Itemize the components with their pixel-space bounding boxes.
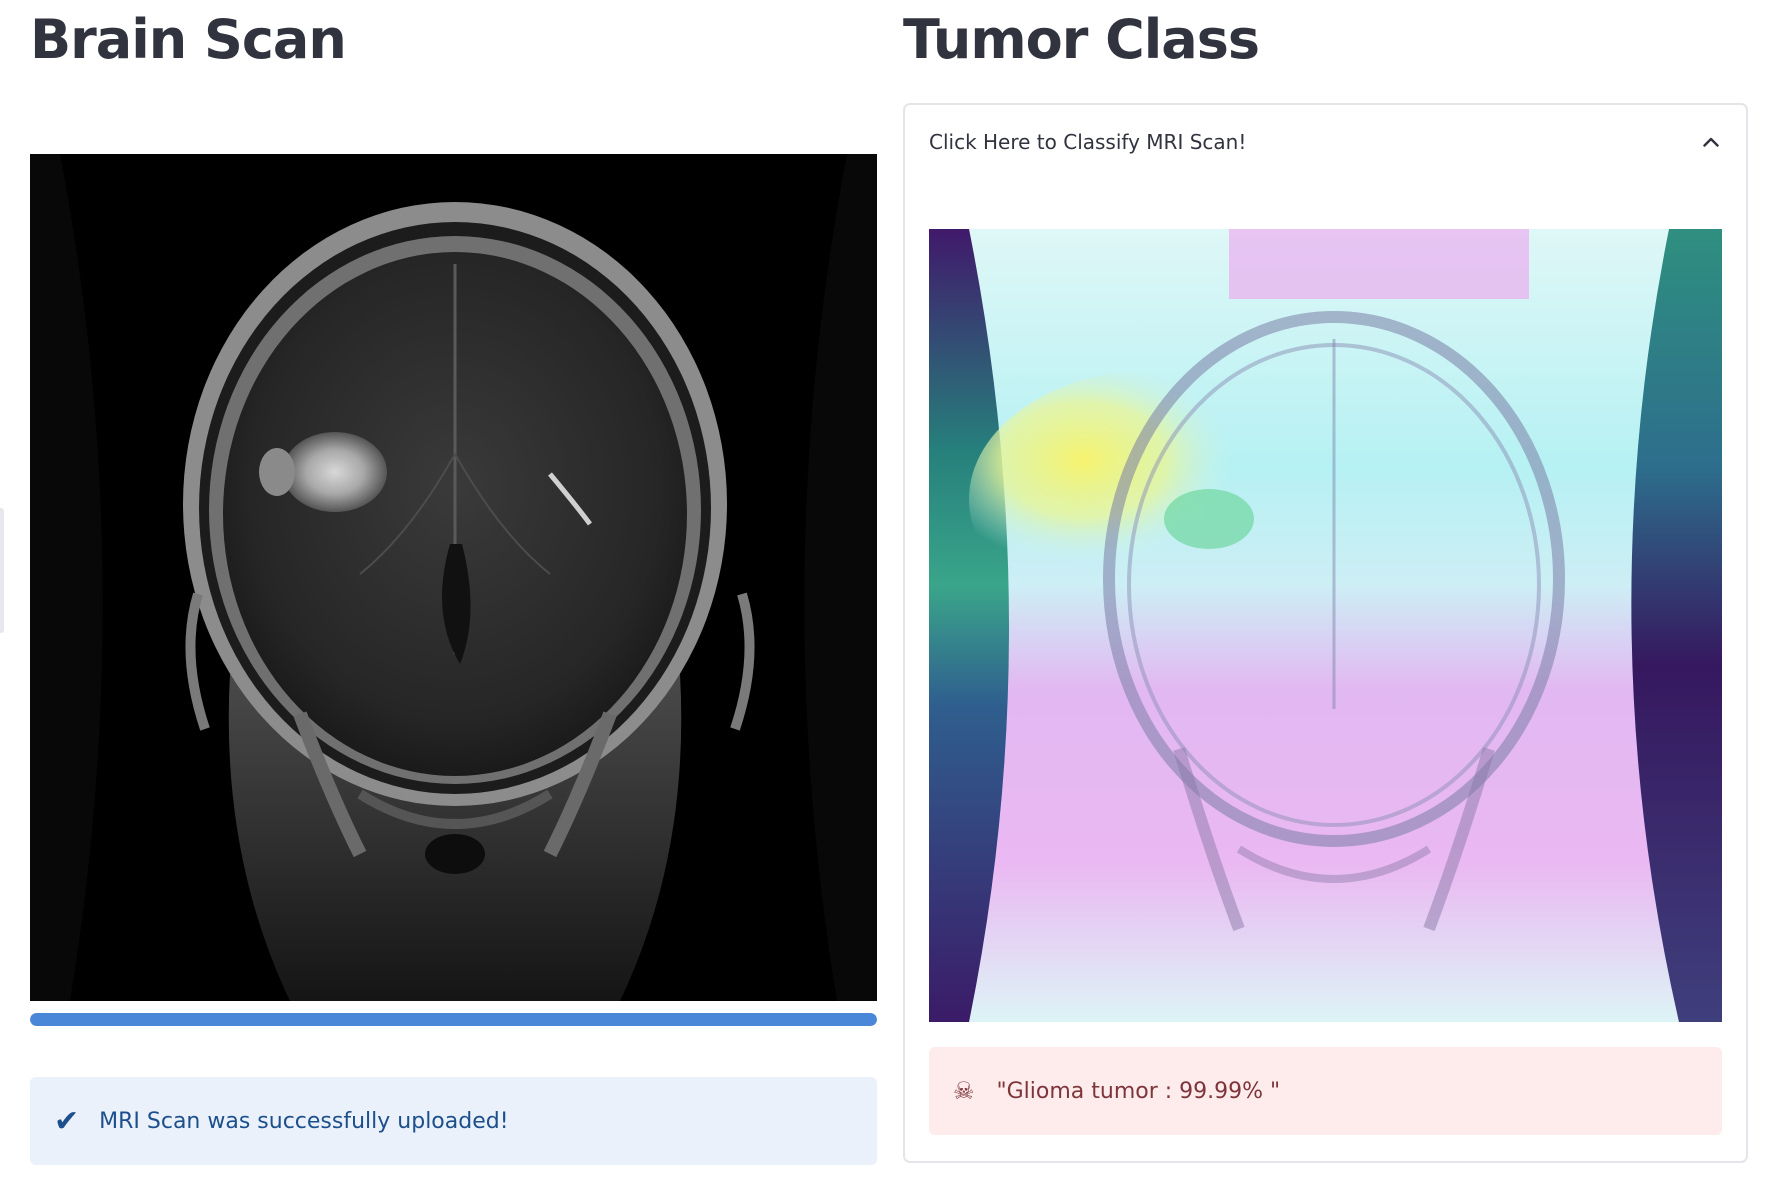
upload-success-alert: ✔ MRI Scan was successfully uploaded! — [30, 1077, 877, 1165]
mri-scan-image — [30, 154, 877, 1001]
tumor-class-title: Tumor Class — [903, 8, 1260, 71]
classify-expander: Click Here to Classify MRI Scan! ☠ "Glio… — [903, 103, 1748, 1163]
brain-scan-title: Brain Scan — [30, 8, 347, 71]
classification-result-text: "Glioma tumor : 99.99% " — [996, 1078, 1281, 1104]
skull-icon: ☠ — [953, 1077, 975, 1105]
upload-success-message: MRI Scan was successfully uploaded! — [99, 1108, 509, 1134]
gradcam-heatmap-image — [929, 229, 1722, 1022]
check-icon: ✔ — [54, 1103, 80, 1139]
expander-label: Click Here to Classify MRI Scan! — [929, 130, 1247, 154]
upload-progress-bar — [30, 1013, 877, 1026]
sidebar-collapse-handle[interactable] — [0, 508, 4, 633]
classification-result-alert: ☠ "Glioma tumor : 99.99% " — [929, 1047, 1722, 1135]
classify-expander-header[interactable]: Click Here to Classify MRI Scan! — [905, 105, 1746, 179]
chevron-up-icon[interactable] — [1700, 131, 1722, 153]
upload-progress-fill — [30, 1013, 877, 1026]
